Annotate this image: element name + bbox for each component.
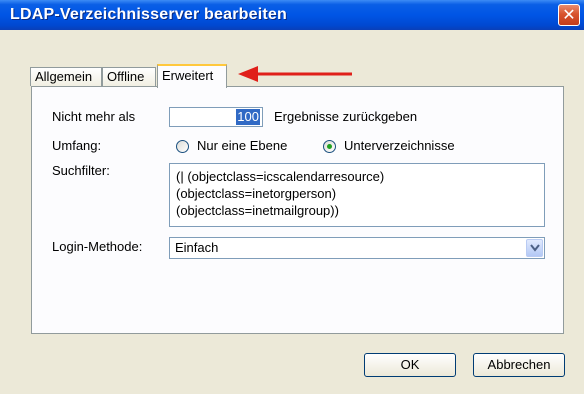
scope-radio-subtree[interactable]: [323, 140, 336, 153]
close-button[interactable]: ✕: [558, 4, 580, 26]
scope-label: Umfang:: [52, 138, 102, 153]
cancel-button[interactable]: Abbrechen: [473, 353, 565, 377]
dialog-window: LDAP-Verzeichnisserver bearbeiten ✕ Allg…: [0, 0, 584, 394]
login-method-value: Einfach: [175, 240, 219, 255]
scope-radio-one-level[interactable]: [176, 140, 189, 153]
login-method-select[interactable]: Einfach: [169, 237, 545, 259]
filter-line: (objectclass=inetorgperson): [176, 186, 337, 201]
chevron-down-icon: [530, 244, 540, 252]
tab-allgemein[interactable]: Allgemein: [30, 67, 102, 86]
title-bar[interactable]: LDAP-Verzeichnisserver bearbeiten ✕: [0, 0, 584, 30]
window-title: LDAP-Verzeichnisserver bearbeiten: [10, 6, 287, 23]
radio-selected-dot: [327, 144, 332, 149]
search-filter-textarea[interactable]: (| (objectclass=icscalendarresource) (ob…: [169, 163, 545, 227]
tab-offline[interactable]: Offline: [102, 67, 156, 86]
max-results-value: 100: [236, 109, 260, 125]
ok-button[interactable]: OK: [364, 353, 456, 377]
max-results-suffix: Ergebnisse zurückgeben: [274, 109, 418, 124]
login-method-label: Login-Methode:: [52, 239, 143, 254]
filter-line: (objectclass=inetmailgroup)): [176, 203, 339, 218]
filter-line: (| (objectclass=icscalendarresource): [176, 169, 385, 184]
max-results-label: Nicht mehr als: [52, 109, 136, 124]
scope-option-one-level[interactable]: Nur eine Ebene: [197, 138, 287, 153]
dropdown-button[interactable]: [526, 239, 543, 257]
close-icon: ✕: [562, 5, 576, 24]
annotation-arrow: [238, 66, 352, 82]
tab-erweitert[interactable]: Erweitert: [157, 64, 227, 88]
filter-label: Suchfilter:: [52, 163, 110, 178]
scope-option-subtree[interactable]: Unterverzeichnisse: [344, 138, 455, 153]
max-results-input[interactable]: 100: [169, 107, 263, 127]
